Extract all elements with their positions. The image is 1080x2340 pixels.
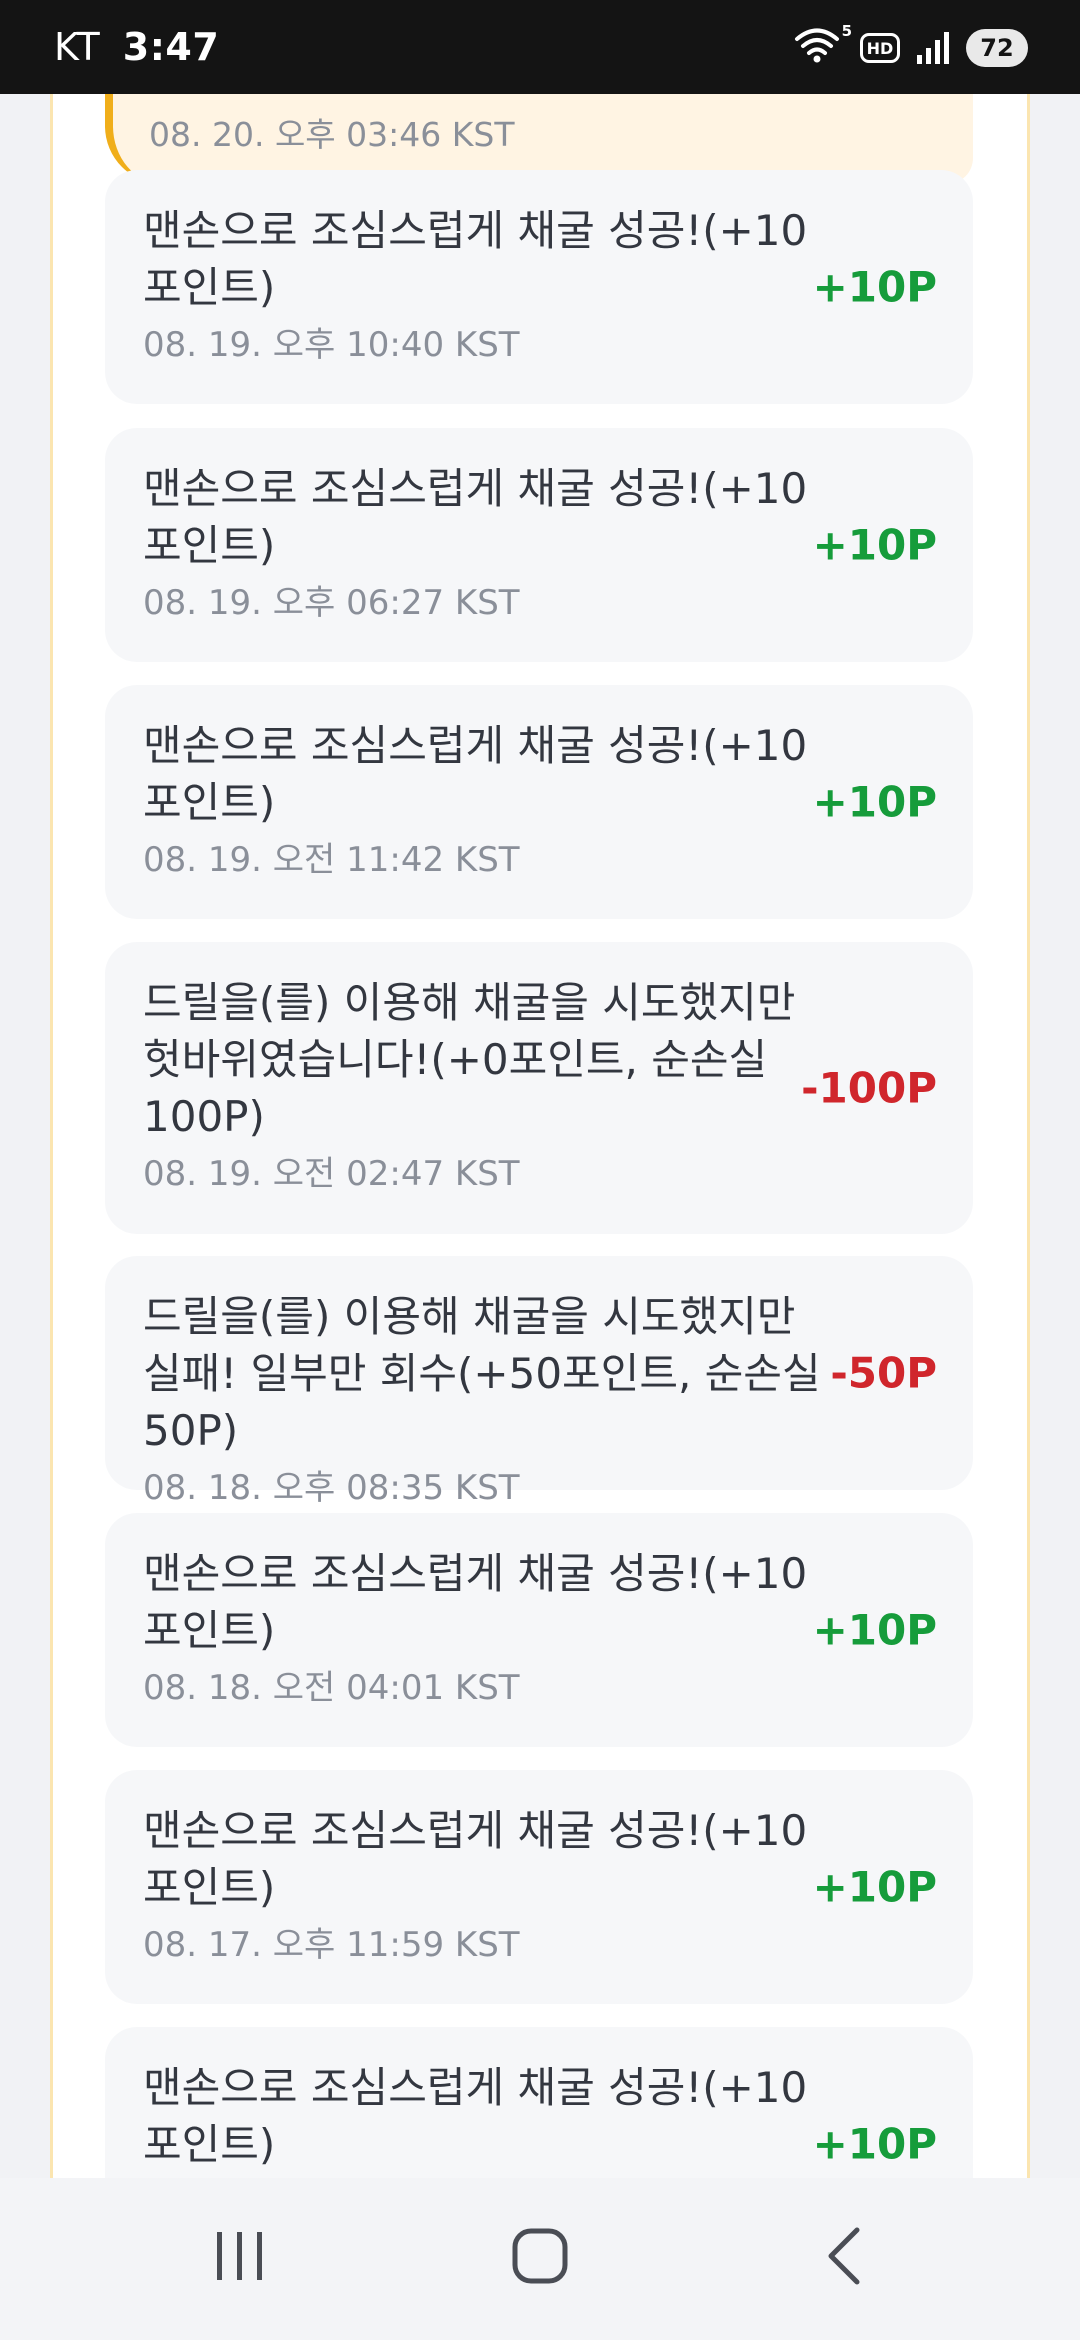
entry-amount: +10P xyxy=(812,1605,937,1655)
recent-apps-icon xyxy=(212,2228,268,2288)
entry-description: 맨손으로 조심스럽게 채굴 성공!(+10포인트) 08. 19. 오전 11:… xyxy=(143,717,823,883)
history-entry[interactable]: 맨손으로 조심스럽게 채굴 성공!(+10포인트) 08. 17. 오후 11:… xyxy=(105,1770,973,2004)
entry-date: 08. 19. 오전 02:47 KST xyxy=(143,1154,520,1194)
entry-text: 맨손으로 조심스럽게 채굴 성공!(+10포인트) xyxy=(143,464,808,570)
entry-amount: -100P xyxy=(801,1063,937,1113)
status-bar: KT 3:47 5 HD 72 xyxy=(0,0,1080,94)
history-entry[interactable]: 드릴을(를) 이용해 채굴을 시도했지만 헛바위였습니다!(+0포인트, 순손실… xyxy=(105,942,973,1234)
entry-date: 08. 17. 오후 11:59 KST xyxy=(143,1925,520,1965)
history-entry[interactable]: 맨손으로 조심스럽게 채굴 성공!(+10포인트) 08. 18. 오전 04:… xyxy=(105,1513,973,1747)
entry-description: 드릴을(를) 이용해 채굴을 시도했지만 헛바위였습니다!(+0포인트, 순손실… xyxy=(143,974,823,1197)
network-badge: 5 xyxy=(841,22,852,40)
home-button[interactable] xyxy=(480,2218,600,2298)
points-history-page[interactable]: 08. 20. 오후 03:46 KST 맨손으로 조심스럽게 채굴 성공!(+… xyxy=(0,94,1080,2178)
entry-date: 08. 19. 오후 06:27 KST xyxy=(143,583,520,623)
carrier-label: KT xyxy=(54,25,101,69)
hd-voice-icon: HD xyxy=(860,33,900,63)
entry-text: 맨손으로 조심스럽게 채굴 성공!(+10포인트) xyxy=(143,1549,808,1655)
entry-amount: +10P xyxy=(812,1862,937,1912)
entry-description: 드릴을(를) 이용해 채굴을 시도했지만 실패! 일부만 회수(+50포인트, … xyxy=(143,1288,823,1511)
entry-description: 맨손으로 조심스럽게 채굴 성공!(+10포인트) 08. 19. 오후 10:… xyxy=(143,202,823,368)
entry-date: 08. 18. 오전 04:01 KST xyxy=(143,1668,520,1708)
recent-apps-button[interactable] xyxy=(180,2218,300,2298)
clock: 3:47 xyxy=(122,25,220,69)
entry-date: 08. 19. 오후 10:40 KST xyxy=(143,325,520,365)
entry-text: 맨손으로 조심스럽게 채굴 성공!(+10포인트) xyxy=(143,1806,808,1912)
history-entry[interactable]: 맨손으로 조심스럽게 채굴 성공!(+10포인트) 08. 19. 오전 11:… xyxy=(105,685,973,919)
entry-description: 맨손으로 조심스럽게 채굴 성공!(+10포인트) 08. 17. 오후 11:… xyxy=(143,1802,823,1968)
entry-amount: -50P xyxy=(830,1348,937,1398)
history-entry[interactable]: 맨손으로 조심스럽게 채굴 성공!(+10포인트) +10P xyxy=(105,2027,973,2178)
entry-amount: +10P xyxy=(812,262,937,312)
status-icons: 5 HD 72 xyxy=(794,22,1028,70)
entry-date: 08. 19. 오전 11:42 KST xyxy=(143,840,520,880)
battery-icon: 72 xyxy=(966,29,1028,67)
entry-amount: +10P xyxy=(812,777,937,827)
back-button[interactable] xyxy=(784,2218,904,2298)
history-entry[interactable]: 맨손으로 조심스럽게 채굴 성공!(+10포인트) 08. 19. 오후 06:… xyxy=(105,428,973,662)
entry-description: 맨손으로 조심스럽게 채굴 성공!(+10포인트) 08. 18. 오전 04:… xyxy=(143,1545,823,1711)
history-entry[interactable]: 드릴을(를) 이용해 채굴을 시도했지만 실패! 일부만 회수(+50포인트, … xyxy=(105,1256,973,1508)
entry-description: 맨손으로 조심스럽게 채굴 성공!(+10포인트) xyxy=(143,2059,823,2178)
back-icon xyxy=(821,2225,867,2291)
entry-text: 드릴을(를) 이용해 채굴을 시도했지만 헛바위였습니다!(+0포인트, 순손실… xyxy=(143,978,796,1141)
entry-text: 맨손으로 조심스럽게 채굴 성공!(+10포인트) xyxy=(143,2063,808,2169)
wifi-icon: 5 xyxy=(794,22,852,68)
history-entry[interactable]: 맨손으로 조심스럽게 채굴 성공!(+10포인트) 08. 19. 오후 10:… xyxy=(105,170,973,404)
entry-amount: +10P xyxy=(812,520,937,570)
entry-text: 맨손으로 조심스럽게 채굴 성공!(+10포인트) xyxy=(143,721,808,827)
signal-icon xyxy=(916,31,950,65)
entry-date: 08. 20. 오후 03:46 KST xyxy=(149,115,515,154)
navigation-bar xyxy=(0,2178,1080,2340)
entry-text: 드릴을(를) 이용해 채굴을 시도했지만 실패! 일부만 회수(+50포인트, … xyxy=(143,1292,821,1455)
entry-text: 맨손으로 조심스럽게 채굴 성공!(+10포인트) xyxy=(143,206,808,312)
entry-amount: +10P xyxy=(812,2119,937,2169)
status-time: KT 3:47 xyxy=(54,24,219,70)
entry-description: 맨손으로 조심스럽게 채굴 성공!(+10포인트) 08. 19. 오후 06:… xyxy=(143,460,823,626)
home-icon xyxy=(510,2226,570,2290)
entry-date: 08. 18. 오후 08:35 KST xyxy=(143,1468,520,1508)
